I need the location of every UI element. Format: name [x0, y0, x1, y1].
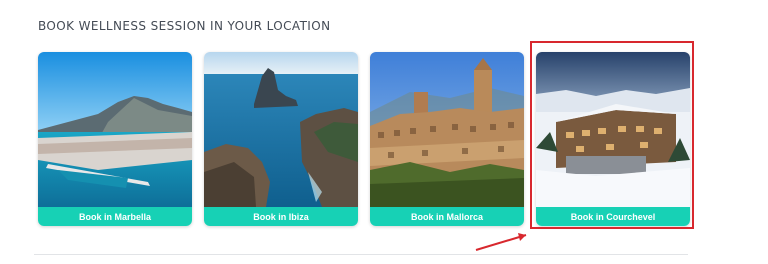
book-marbella-button[interactable]: Book in Marbella: [38, 207, 192, 226]
location-card-courchevel[interactable]: Book in Courchevel: [536, 52, 690, 226]
book-courchevel-button[interactable]: Book in Courchevel: [536, 207, 690, 226]
location-card-ibiza[interactable]: Book in Ibiza: [204, 52, 358, 226]
book-ibiza-button[interactable]: Book in Ibiza: [204, 207, 358, 226]
section-title: BOOK WELLNESS SESSION IN YOUR LOCATION: [38, 19, 331, 33]
section-divider: [34, 254, 688, 255]
location-card-marbella[interactable]: Book in Marbella: [38, 52, 192, 226]
ibiza-image: [204, 52, 358, 207]
mallorca-image: [370, 52, 524, 207]
courchevel-image: [536, 52, 690, 207]
marbella-image: [38, 52, 192, 207]
book-mallorca-button[interactable]: Book in Mallorca: [370, 207, 524, 226]
location-card-mallorca[interactable]: Book in Mallorca: [370, 52, 524, 226]
annotation-arrow-icon: [475, 233, 527, 251]
